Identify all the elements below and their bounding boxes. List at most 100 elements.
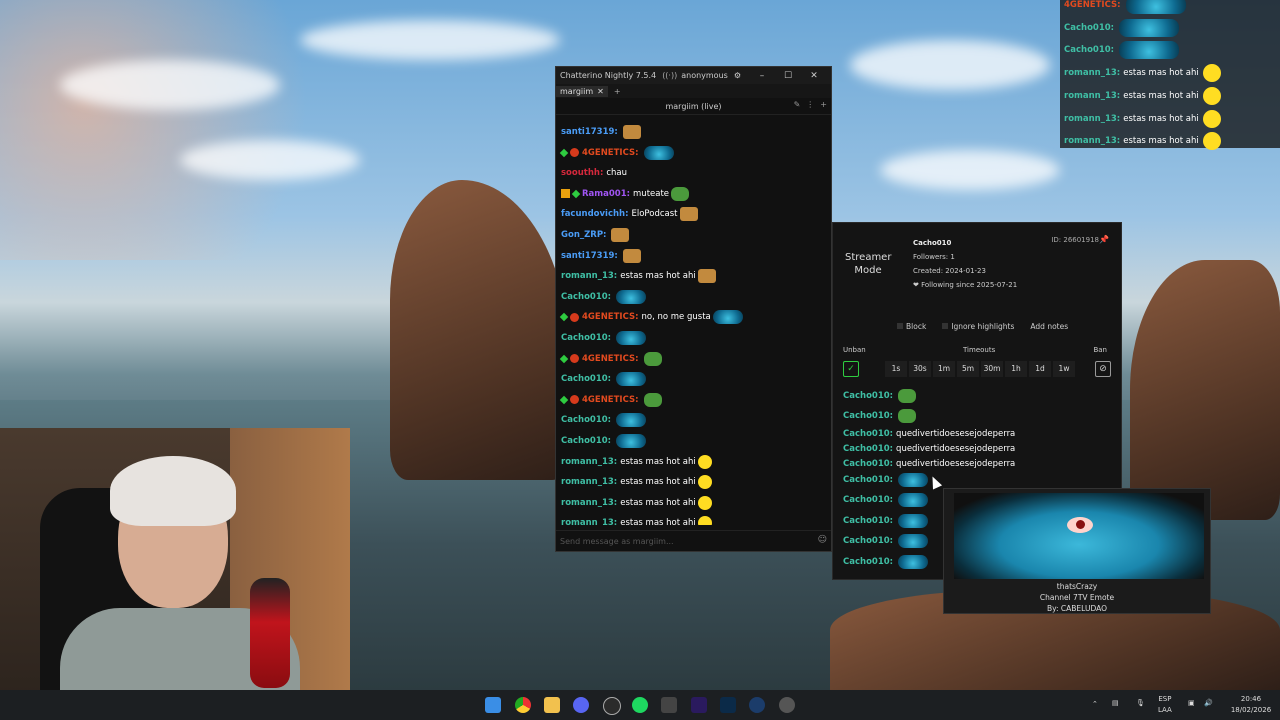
timeout-button[interactable]: 1d: [1029, 361, 1051, 377]
chat-message[interactable]: soouthh: chau: [561, 164, 627, 182]
chat-username[interactable]: romann_13:: [561, 518, 617, 525]
chat-username[interactable]: Cacho010:: [561, 415, 611, 425]
obs-icon[interactable]: [603, 697, 621, 715]
chrome-icon[interactable]: [515, 697, 531, 713]
history-username[interactable]: Cacho010:: [843, 391, 893, 401]
ban-button[interactable]: ⊘: [1095, 361, 1111, 377]
pepe-emote-icon[interactable]: [643, 351, 662, 366]
bread-emote-icon[interactable]: [622, 248, 641, 263]
smile-emote-icon[interactable]: [697, 454, 712, 469]
history-message[interactable]: Cacho010: quedivertidoesesejodeperra: [843, 426, 1015, 441]
blob-emote-icon[interactable]: [643, 145, 674, 160]
chat-message[interactable]: Cacho010:: [561, 288, 647, 306]
maximize-button[interactable]: ☐: [775, 71, 801, 81]
chat-username[interactable]: Cacho010:: [561, 333, 611, 343]
tray-chevron-icon[interactable]: ⌃: [1092, 699, 1098, 710]
chat-message[interactable]: 4GENETICS:: [559, 350, 662, 368]
chat-message[interactable]: Cacho010:: [561, 370, 647, 388]
block-checkbox[interactable]: Block: [897, 322, 926, 331]
account-switcher[interactable]: anonymous: [681, 71, 728, 80]
blob-emote-icon[interactable]: [898, 554, 929, 569]
timeout-button[interactable]: 1s: [885, 361, 907, 377]
history-message[interactable]: Cacho010:: [843, 554, 929, 569]
chat-message[interactable]: Gon_ZRP:: [561, 226, 630, 244]
tab-close-icon[interactable]: ✕: [597, 87, 604, 96]
close-button[interactable]: ✕: [801, 71, 827, 81]
pin-icon[interactable]: 📌: [1099, 235, 1109, 244]
chat-username[interactable]: romann_13:: [561, 498, 617, 508]
blob-emote-icon[interactable]: [898, 513, 929, 528]
chat-username[interactable]: facundovichh:: [561, 209, 629, 219]
history-message[interactable]: Cacho010:: [843, 388, 917, 403]
user-id[interactable]: ID: 26601918: [1051, 236, 1099, 244]
more-menu-icon[interactable]: ⋮: [806, 100, 814, 109]
settings-gear-icon[interactable]: ⚙: [734, 71, 741, 80]
history-message[interactable]: Cacho010: quedivertidoesesejodeperra: [843, 441, 1015, 456]
history-username[interactable]: Cacho010:: [843, 557, 893, 567]
chat-username[interactable]: soouthh:: [561, 168, 603, 178]
history-message[interactable]: Cacho010:: [843, 534, 929, 549]
smile-emote-icon[interactable]: [697, 495, 712, 510]
windows-start-icon[interactable]: [485, 697, 501, 713]
timeout-button[interactable]: 30s: [909, 361, 931, 377]
smile-emote-icon[interactable]: [697, 475, 712, 490]
timeout-button[interactable]: 1w: [1053, 361, 1075, 377]
add-notes-button[interactable]: Add notes: [1030, 322, 1068, 331]
chat-username[interactable]: Gon_ZRP:: [561, 230, 606, 240]
app-icon[interactable]: [661, 697, 677, 713]
chat-message[interactable]: 4GENETICS:: [559, 144, 674, 162]
chat-message[interactable]: Rama001: muteate: [561, 185, 690, 203]
history-username[interactable]: Cacho010:: [843, 459, 893, 469]
chat-username[interactable]: 4GENETICS:: [582, 312, 639, 322]
network-icon[interactable]: ▣: [1188, 698, 1195, 709]
bread-emote-icon[interactable]: [697, 269, 716, 284]
emote-picker-icon[interactable]: ☺: [818, 535, 827, 545]
chat-message[interactable]: romann_13: estas mas hot ahi: [561, 267, 716, 285]
volume-icon[interactable]: 🔊: [1204, 698, 1213, 709]
chat-username[interactable]: Rama001:: [582, 189, 630, 199]
history-message[interactable]: Cacho010:: [843, 472, 929, 487]
chat-username[interactable]: 4GENETICS:: [582, 354, 639, 364]
chat-message[interactable]: santi17319:: [561, 123, 641, 141]
timeout-button[interactable]: 1h: [1005, 361, 1027, 377]
bread-emote-icon[interactable]: [679, 207, 698, 222]
timeout-button[interactable]: 5m: [957, 361, 979, 377]
history-message[interactable]: Cacho010:: [843, 493, 929, 508]
tray-app-icon[interactable]: ▤: [1112, 698, 1119, 709]
chat-message[interactable]: facundovichh: EloPodcast: [561, 205, 698, 223]
chat-username[interactable]: santi17319:: [561, 251, 618, 261]
chat-message[interactable]: 4GENETICS:: [559, 391, 662, 409]
ignore-highlights-checkbox[interactable]: Ignore highlights: [942, 322, 1014, 331]
message-list[interactable]: santi17319: 4GENETICS: soouthh: chau Rama001…: [556, 115, 831, 525]
chat-message[interactable]: 4GENETICS: no, no me gusta: [559, 308, 743, 326]
premiere-icon[interactable]: [691, 697, 707, 713]
add-split-icon[interactable]: +: [820, 100, 827, 109]
chat-message[interactable]: Cacho010:: [561, 329, 647, 347]
history-username[interactable]: Cacho010:: [843, 516, 893, 526]
timeout-button[interactable]: 1m: [933, 361, 955, 377]
blob-emote-icon[interactable]: [616, 434, 647, 448]
steam-icon[interactable]: [749, 697, 765, 713]
pepe-emote-icon[interactable]: [898, 388, 917, 403]
chat-username[interactable]: 4GENETICS:: [582, 148, 639, 158]
history-username[interactable]: Cacho010:: [843, 411, 893, 421]
chat-username[interactable]: Cacho010:: [561, 292, 611, 302]
history-message[interactable]: Cacho010:: [843, 408, 917, 423]
smile-emote-icon[interactable]: [697, 516, 712, 525]
chatterino-icon[interactable]: [779, 697, 795, 713]
history-message[interactable]: Cacho010:: [843, 513, 929, 528]
history-message[interactable]: Cacho010: quedivertidoesesejodeperra: [843, 456, 1015, 471]
tab-margiim[interactable]: margiim ✕: [556, 85, 608, 97]
history-username[interactable]: Cacho010:: [843, 495, 893, 505]
pepe-emote-icon[interactable]: [643, 392, 662, 407]
blob-emote-icon[interactable]: [898, 472, 929, 487]
blob-emote-icon[interactable]: [616, 372, 647, 387]
discord-icon[interactable]: [573, 697, 589, 713]
add-tab-button[interactable]: +: [614, 87, 621, 96]
chat-message[interactable]: romann_13: estas mas hot ahi: [561, 453, 712, 471]
minimize-button[interactable]: –: [749, 71, 775, 81]
timeout-button[interactable]: 30m: [981, 361, 1003, 377]
pepe-emote-icon[interactable]: [898, 408, 917, 423]
unban-button[interactable]: ✓: [843, 361, 859, 377]
chat-username[interactable]: romann_13:: [561, 457, 617, 467]
